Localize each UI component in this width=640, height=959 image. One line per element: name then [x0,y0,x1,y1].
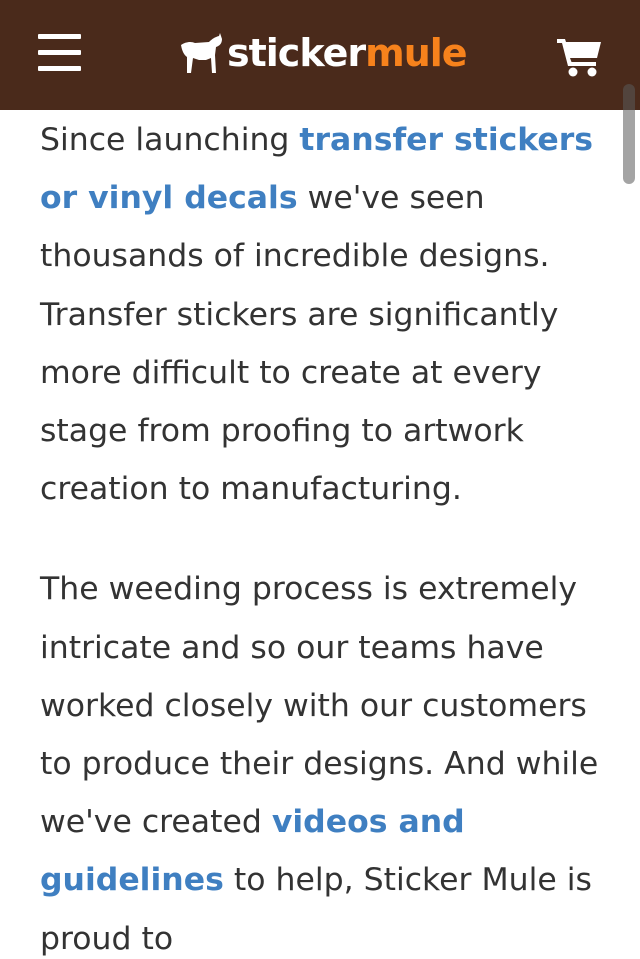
paragraph-text: we've seen thousands of incredible desig… [40,180,559,508]
shopping-cart-icon[interactable] [556,36,604,78]
scrollbar[interactable] [623,84,635,184]
logo-text: stickermule [227,31,468,75]
article-body: Since launching transfer stickers or vin… [40,110,610,959]
paragraph-intro: Since launching transfer stickers or vin… [40,110,610,518]
logo[interactable]: stickermule [179,28,468,78]
paragraph-weeding: The weeding process is extremely intrica… [40,560,610,959]
paragraph-text: The weeding process is extremely intrica… [40,571,599,841]
hamburger-menu-icon[interactable] [38,34,81,72]
mule-icon [181,33,222,73]
paragraph-text: Since launching [40,122,300,158]
site-header: stickermule [0,0,640,110]
